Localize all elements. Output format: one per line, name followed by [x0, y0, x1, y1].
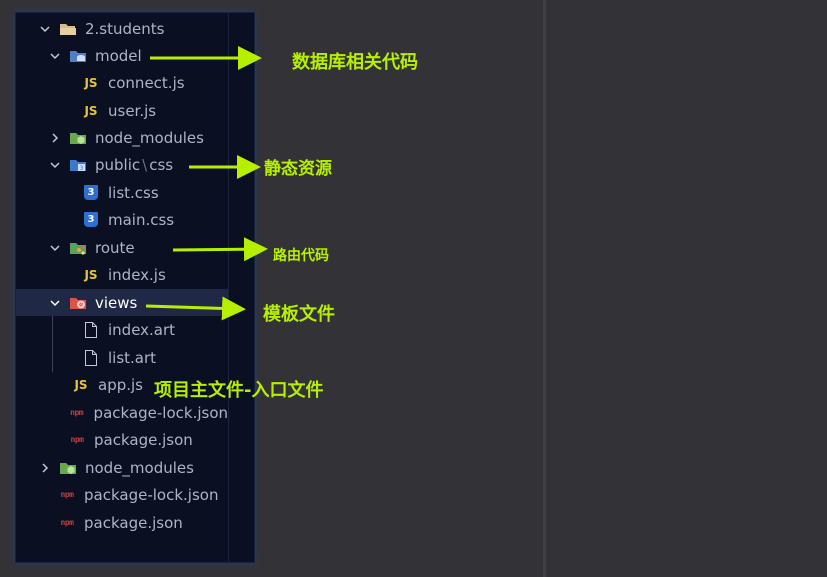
annotation-views: 模板文件: [263, 304, 335, 325]
annotation-model: 数据库相关代码: [292, 52, 418, 73]
annotation-route: 路由代码: [273, 248, 329, 264]
annotation-app-js: 项目主文件-入口文件: [154, 380, 324, 401]
arrow-views: [145, 296, 246, 321]
annotation-arrows: [145, 46, 268, 321]
annotation-public-css: 静态资源: [264, 159, 332, 179]
arrow-route: [172, 237, 268, 262]
